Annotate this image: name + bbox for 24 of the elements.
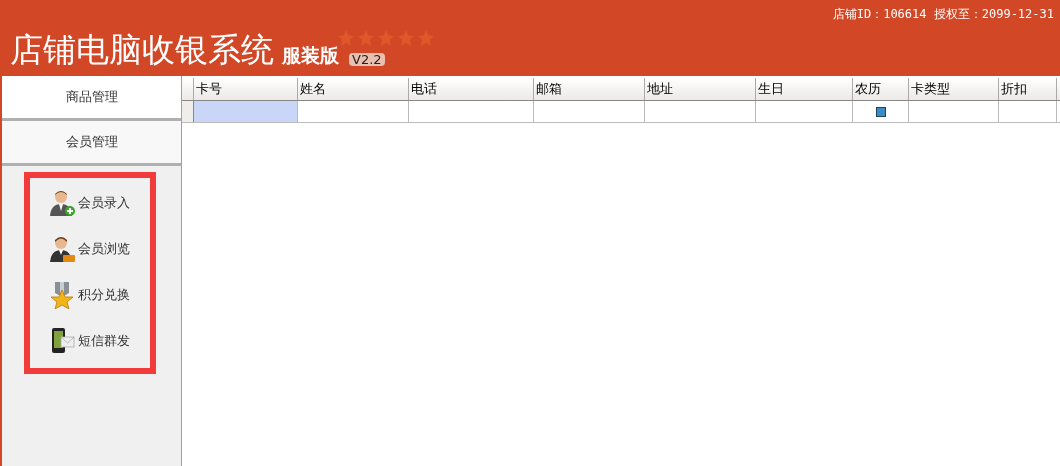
submenu-item[interactable]: 会员录入 xyxy=(30,180,150,226)
column-header[interactable]: 生日 xyxy=(756,78,853,100)
person-badge-icon xyxy=(48,235,76,263)
store-info: 店铺ID：106614 授权至：2099-12-31 xyxy=(832,6,1054,23)
submenu-item[interactable]: 会员浏览 xyxy=(30,226,150,272)
column-header[interactable]: 农历 xyxy=(853,78,909,100)
column-header[interactable]: 卡类型 xyxy=(909,78,999,100)
column-header[interactable]: 姓名 xyxy=(298,78,409,100)
app-title: 店铺电脑收银系统 xyxy=(10,33,274,66)
row-header[interactable] xyxy=(182,101,194,122)
submenu-item[interactable]: 积分兑换 xyxy=(30,272,150,318)
submenu-item[interactable]: 短信群发 xyxy=(30,318,150,364)
edition-label: 服装版 xyxy=(282,46,339,65)
checkbox[interactable] xyxy=(875,106,886,117)
column-header[interactable]: 地址 xyxy=(645,78,756,100)
person-add-icon xyxy=(48,189,76,217)
nav-section-button[interactable]: 商品管理 xyxy=(2,76,181,121)
version-label: V2.2 xyxy=(349,53,385,66)
nav-section-button[interactable]: 会员管理 xyxy=(2,121,181,166)
star-medal-icon xyxy=(48,281,76,309)
column-header[interactable]: 卡号 xyxy=(194,78,298,100)
column-header[interactable]: 折扣 xyxy=(999,78,1057,100)
column-header[interactable]: 邮箱 xyxy=(534,78,645,100)
column-header[interactable]: 电话 xyxy=(409,78,534,100)
